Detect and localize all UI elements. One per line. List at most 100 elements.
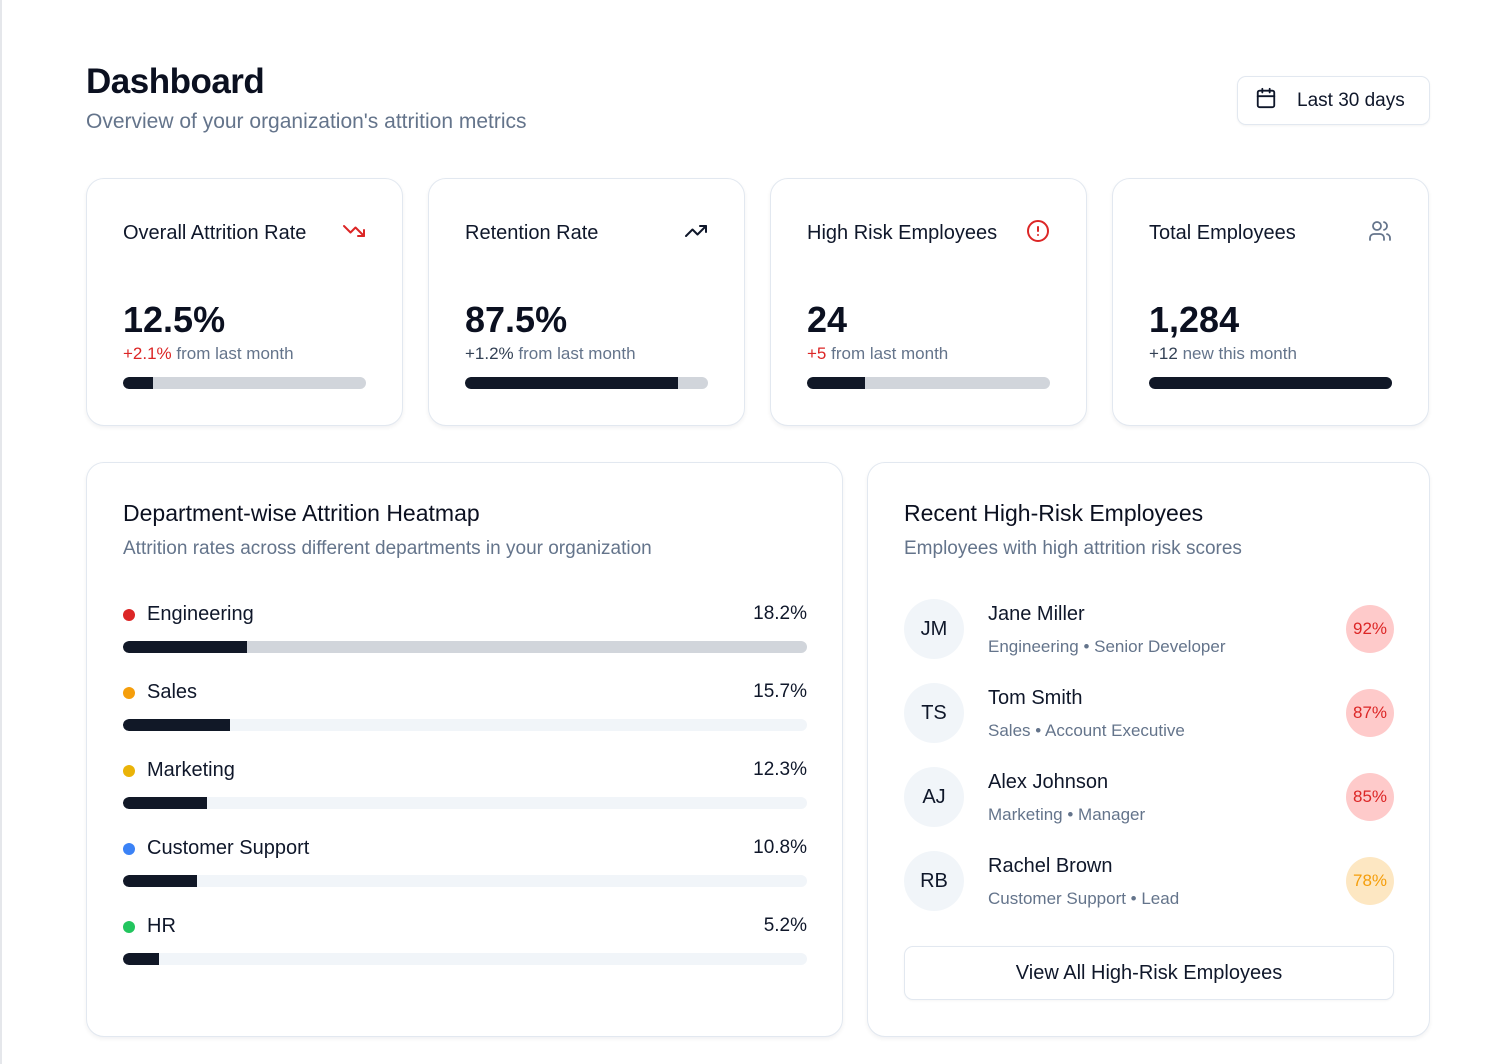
department-progress-bar [123,953,807,965]
avatar: JM [904,599,964,659]
stat-change-suffix: from last month [826,344,949,363]
stat-card-retention: Retention Rate 87.5% +1.2% from last mon… [428,178,745,426]
stat-change-text: +12 new this month [1149,344,1297,364]
stat-change-suffix: new this month [1177,344,1297,363]
department-progress-fill [123,875,197,887]
department-rate: 12.3% [753,759,807,780]
avatar: RB [904,851,964,911]
employee-row[interactable]: AJ Alex Johnson Marketing • Manager 85% [904,765,1394,849]
stat-change-text: +2.1% from last month [123,344,294,364]
employee-meta: Sales • Account Executive [988,721,1185,740]
heatmap-subtitle: Attrition rates across different departm… [123,538,652,559]
date-range-label: Last 30 days [1297,89,1405,111]
employee-meta: Engineering • Senior Developer [988,637,1226,656]
employee-meta: Marketing • Manager [988,805,1146,824]
department-progress-bar [123,641,807,653]
stat-change-text: +1.2% from last month [465,344,636,364]
stats-row: Overall Attrition Rate 12.5% +2.1% from … [86,178,1429,426]
stat-title: Overall Attrition Rate [123,222,307,244]
stat-progress-bar [123,377,366,389]
page-title: Dashboard [86,62,265,101]
calendar-icon [1255,87,1277,114]
stat-value: 1,284 [1149,299,1240,340]
employee-list: JM Jane Miller Engineering • Senior Deve… [904,597,1394,933]
stat-card-high-risk: High Risk Employees 24 +5 from last mont… [770,178,1087,426]
alert-circle-icon [1026,219,1050,248]
department-rate: 5.2% [763,915,807,936]
department-rate: 15.7% [753,681,807,702]
stat-value: 24 [807,299,848,340]
department-name: HR [147,915,176,937]
stat-title: Total Employees [1149,222,1296,244]
department-rate: 10.8% [753,837,807,858]
attrition-heatmap-card: Department-wise Attrition Heatmap Attrit… [86,462,843,1037]
high-risk-title: Recent High-Risk Employees [904,500,1204,526]
stat-change: +2.1% [123,344,172,363]
stat-progress-bar [807,377,1050,389]
employee-row[interactable]: JM Jane Miller Engineering • Senior Deve… [904,597,1394,681]
view-all-high-risk-button[interactable]: View All High-Risk Employees [904,946,1394,1000]
page-header: Dashboard Overview of your organization'… [86,62,527,134]
status-dot [123,843,135,855]
department-row: Engineering 18.2% [123,601,807,679]
stat-card-total-employees: Total Employees 1,284 +12 new this month [1112,178,1429,426]
employee-name: Tom Smith [988,687,1083,709]
employee-name: Alex Johnson [988,771,1109,793]
department-progress-fill [123,797,208,809]
stat-progress-fill [123,377,154,389]
stat-change-suffix: from last month [513,344,636,363]
stat-change-suffix: from last month [171,344,294,363]
stat-progress-fill [807,377,866,389]
employee-row[interactable]: RB Rachel Brown Customer Support • Lead … [904,849,1394,933]
stat-progress-fill [1149,377,1392,389]
department-progress-bar [123,875,807,887]
date-range-button[interactable]: Last 30 days [1237,76,1430,125]
department-progress-bar [123,719,807,731]
department-progress-fill [123,953,159,965]
avatar: AJ [904,767,964,827]
department-row: Customer Support 10.8% [123,835,807,913]
stat-change: +12 [1149,344,1178,363]
employee-name: Rachel Brown [988,855,1113,877]
stat-change: +5 [807,344,827,363]
employee-meta: Customer Support • Lead [988,889,1180,908]
department-row: Marketing 12.3% [123,757,807,835]
status-dot [123,687,135,699]
trending-up-icon [684,219,708,248]
risk-score-badge: 92% [1346,605,1394,653]
stat-progress-fill [465,377,678,389]
stat-value: 87.5% [465,299,568,340]
page-subtitle: Overview of your organization's attritio… [86,110,527,133]
status-dot [123,921,135,933]
high-risk-employees-card: Recent High-Risk Employees Employees wit… [867,462,1430,1037]
stat-card-attrition: Overall Attrition Rate 12.5% +2.1% from … [86,178,403,426]
employee-row[interactable]: TS Tom Smith Sales • Account Executive 8… [904,681,1394,765]
status-dot [123,765,135,777]
stat-change: +1.2% [465,344,514,363]
left-edge-divider [0,0,2,1064]
trending-down-icon [342,219,366,248]
users-icon [1368,219,1392,248]
department-row: HR 5.2% [123,913,807,991]
employee-name: Jane Miller [988,603,1085,625]
stat-progress-bar [465,377,708,389]
department-progress-fill [123,719,231,731]
risk-score-badge: 78% [1346,857,1394,905]
stat-change-text: +5 from last month [807,344,948,364]
department-name: Engineering [147,603,254,625]
department-name: Sales [147,681,198,703]
stat-title: Retention Rate [465,222,599,244]
stat-value: 12.5% [123,299,226,340]
high-risk-subtitle: Employees with high attrition risk score… [904,538,1242,559]
department-progress-fill [123,641,248,653]
stat-progress-bar [1149,377,1392,389]
heatmap-title: Department-wise Attrition Heatmap [123,500,480,526]
status-dot [123,609,135,621]
department-name: Marketing [147,759,235,781]
department-progress-bar [123,797,807,809]
avatar: TS [904,683,964,743]
stat-title: High Risk Employees [807,222,998,244]
department-list: Engineering 18.2% Sales 15.7% Marketing … [123,601,807,991]
department-name: Customer Support [147,837,310,859]
department-rate: 18.2% [753,603,807,624]
